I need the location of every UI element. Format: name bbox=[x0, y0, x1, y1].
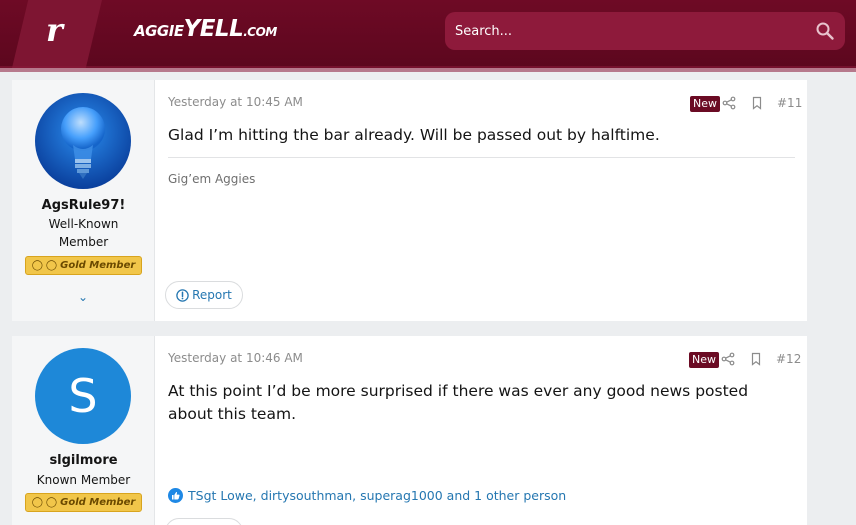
post-message: At this point I’d be more surprised if t… bbox=[168, 382, 749, 423]
shield-icon: ◯ bbox=[45, 497, 58, 508]
avatar-letter: S bbox=[68, 369, 98, 423]
post-user-column: AgsRule97! Well-Known Member ◯ ◯ Gold Me… bbox=[12, 80, 155, 321]
badge-label: Gold Member bbox=[60, 260, 136, 271]
reactions-bar[interactable]: TSgt Lowe, dirtysouthman, superag1000 an… bbox=[168, 488, 566, 503]
user-title: Well-Known Member bbox=[48, 217, 119, 249]
post-date[interactable]: Yesterday at 10:45 AM bbox=[168, 95, 303, 109]
user-title: Known Member bbox=[36, 473, 131, 487]
new-badge: New bbox=[690, 96, 720, 112]
report-label: Report bbox=[192, 288, 232, 302]
site-logo-part2: YELL bbox=[183, 16, 244, 42]
search-icon[interactable] bbox=[815, 21, 835, 41]
lightbulb-avatar-icon bbox=[35, 93, 131, 189]
bookmark-icon[interactable] bbox=[750, 96, 764, 110]
post-message: Glad I’m hitting the bar already. Will b… bbox=[168, 126, 660, 144]
username[interactable]: AgsRule97! bbox=[12, 198, 155, 213]
post-user-column: S slgilmore Known Member ◯ ◯ Gold Member bbox=[12, 336, 155, 525]
gold-member-badge: ◯ ◯ Gold Member bbox=[25, 256, 142, 275]
share-icon[interactable] bbox=[722, 96, 736, 110]
avatar[interactable] bbox=[35, 93, 131, 189]
report-button[interactable] bbox=[165, 518, 243, 525]
post-date[interactable]: Yesterday at 10:46 AM bbox=[168, 351, 303, 365]
post-body: Yesterday at 10:46 AM New #12 At this po… bbox=[165, 336, 801, 525]
search-box bbox=[445, 12, 845, 50]
shield-icon: ◯ bbox=[31, 497, 43, 508]
site-logo-part1: AGGIE bbox=[134, 22, 184, 40]
report-button[interactable]: Report bbox=[165, 281, 243, 309]
share-icon[interactable] bbox=[721, 352, 735, 366]
badge-label: Gold Member bbox=[60, 497, 136, 508]
avatar[interactable]: S bbox=[35, 348, 131, 444]
signature-divider bbox=[168, 157, 795, 158]
post-number[interactable]: #11 bbox=[777, 96, 802, 110]
reactions-text[interactable]: TSgt Lowe, dirtysouthman, superag1000 an… bbox=[188, 488, 566, 503]
site-header: r AGGIEYELL.COM bbox=[0, 0, 856, 68]
signature: Gig’em Aggies bbox=[168, 172, 256, 186]
report-icon bbox=[176, 288, 189, 302]
shield-icon: ◯ bbox=[45, 260, 58, 271]
site-logo-part3: .COM bbox=[243, 25, 277, 39]
rivals-logo-letter: r bbox=[46, 11, 63, 49]
header-divider bbox=[0, 66, 856, 72]
post: S slgilmore Known Member ◯ ◯ Gold Member… bbox=[12, 336, 807, 525]
post: AgsRule97! Well-Known Member ◯ ◯ Gold Me… bbox=[12, 80, 807, 321]
post-number[interactable]: #12 bbox=[776, 352, 801, 366]
like-icon bbox=[168, 488, 183, 503]
search-input[interactable] bbox=[455, 12, 795, 50]
chevron-down-icon[interactable]: ⌄ bbox=[76, 290, 90, 304]
new-badge: New bbox=[689, 352, 719, 368]
username[interactable]: slgilmore bbox=[12, 453, 155, 468]
post-body: Yesterday at 10:45 AM New #11 Glad I’m h… bbox=[165, 80, 802, 321]
bookmark-icon[interactable] bbox=[749, 352, 763, 366]
rivals-logo[interactable]: r bbox=[12, 0, 102, 68]
shield-icon: ◯ bbox=[31, 260, 43, 271]
site-logo[interactable]: AGGIEYELL.COM bbox=[134, 16, 277, 42]
gold-member-badge: ◯ ◯ Gold Member bbox=[25, 493, 142, 512]
